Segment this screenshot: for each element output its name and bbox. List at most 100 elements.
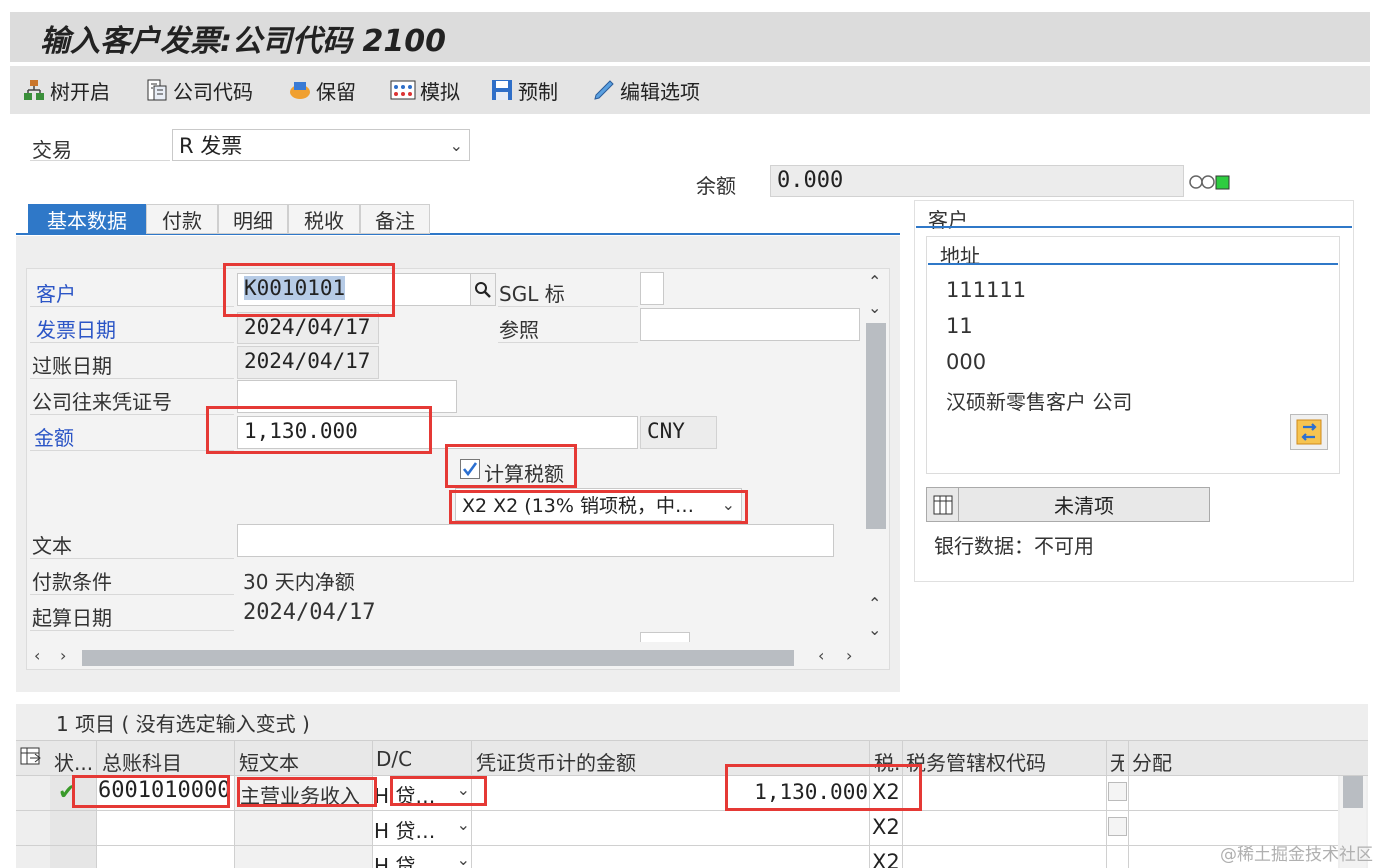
swap-icon: [1296, 419, 1322, 445]
divider: [30, 378, 234, 379]
scroll-left-icon[interactable]: ‹: [818, 646, 824, 665]
simulate-button[interactable]: 模拟: [390, 76, 460, 104]
company-code-button[interactable]: 公司代码: [145, 76, 253, 104]
open-items-button[interactable]: 未清项: [926, 487, 1210, 522]
tab-basic-data[interactable]: 基本数据: [28, 204, 146, 234]
address-line: 000: [946, 350, 987, 374]
scroll-thumb[interactable]: [866, 323, 886, 529]
col-header-gl-account[interactable]: 总账科目: [102, 747, 182, 776]
status-ok-icon: ✔: [58, 780, 77, 805]
col-header-jurisdiction[interactable]: 税务管辖权代码: [906, 747, 1046, 776]
balance-field: 0.000: [770, 165, 1184, 197]
col-divider: [372, 740, 373, 868]
col-divider: [869, 740, 870, 868]
tree-toggle-button[interactable]: 树开启: [22, 76, 110, 104]
col-header-dc[interactable]: D/C: [376, 747, 412, 771]
tax-code-select[interactable]: X2 X2 (13% 销项税，中… ⌄: [455, 488, 742, 521]
amount-field[interactable]: 1,130.000: [237, 416, 638, 449]
transaction-label: 交易: [32, 138, 72, 162]
tax-cell[interactable]: X2: [872, 815, 900, 839]
park-button[interactable]: 预制: [490, 76, 558, 104]
hold-button[interactable]: 保留: [288, 76, 356, 104]
hidden-field[interactable]: [640, 632, 690, 642]
tax-cell[interactable]: X2: [872, 780, 900, 804]
horizontal-scroll-thumb[interactable]: [82, 650, 794, 666]
items-header: 1 项目 ( 没有选定输入变式 ): [56, 712, 310, 736]
tab-details[interactable]: 明细: [218, 204, 288, 234]
sgl-label: SGL 标: [499, 282, 565, 306]
text-field[interactable]: [237, 524, 834, 557]
row-checkbox[interactable]: [1108, 782, 1127, 801]
change-address-button[interactable]: [1290, 414, 1328, 450]
scroll-up-icon[interactable]: ⌃: [868, 594, 881, 613]
address-line: 111111: [946, 278, 1027, 302]
baseline-date-label: 起算日期: [32, 606, 112, 630]
table-scroll-thumb[interactable]: [1343, 776, 1363, 808]
divider: [928, 263, 1338, 265]
scroll-right-icon[interactable]: ›: [60, 646, 66, 665]
row-checkbox[interactable]: [1108, 817, 1127, 836]
reference-field[interactable]: [640, 308, 860, 341]
divider: [30, 630, 234, 631]
scroll-left-icon[interactable]: ‹: [34, 646, 40, 665]
col-header-no[interactable]: 无: [1110, 747, 1124, 776]
tree-label: 树开启: [50, 79, 110, 104]
amount-label: 金额: [34, 426, 74, 450]
bank-data-text: 银行数据：不可用: [934, 534, 1094, 558]
simulate-icon: [390, 78, 416, 102]
divider: [30, 450, 234, 451]
table-settings-icon[interactable]: [20, 746, 42, 768]
transaction-select[interactable]: R 发票 ⌄: [172, 129, 470, 161]
col-header-amount[interactable]: 凭证货币计的金额: [476, 747, 636, 776]
dc-select[interactable]: H 贷… ⌄: [374, 815, 470, 844]
col-header-tax[interactable]: 税.: [874, 747, 900, 776]
scroll-down-icon[interactable]: ⌄: [868, 298, 881, 317]
customer-value: K0010101: [244, 276, 346, 300]
intercompany-field[interactable]: [237, 380, 457, 413]
park-label: 预制: [518, 79, 558, 104]
posting-date-label: 过账日期: [32, 354, 112, 378]
posting-date-field[interactable]: 2024/04/17: [237, 346, 379, 379]
currency-field[interactable]: CNY: [640, 416, 717, 449]
tab-payment[interactable]: 付款: [146, 204, 218, 234]
tab-tax[interactable]: 税收: [288, 204, 360, 234]
tab-label: 备注: [375, 208, 415, 233]
baseline-date-value: 2024/04/17: [243, 600, 376, 625]
short-text-cell[interactable]: 主营业务收入: [240, 780, 370, 809]
tab-notes[interactable]: 备注: [360, 204, 430, 234]
dc-select[interactable]: H 贷 ⌄: [374, 850, 470, 868]
scroll-up-icon[interactable]: ⌃: [868, 272, 881, 291]
col-header-short-text[interactable]: 短文本: [239, 747, 299, 776]
address-line: 汉硕新零售客户 公司: [946, 390, 1133, 414]
calc-tax-checkbox[interactable]: [460, 459, 480, 479]
col-header-assignment[interactable]: 分配: [1132, 747, 1172, 776]
divider: [30, 558, 234, 559]
sgl-field[interactable]: [640, 272, 664, 305]
hold-icon: [288, 78, 312, 102]
search-icon: [475, 281, 491, 298]
search-help-button[interactable]: [470, 273, 496, 306]
pencil-icon: [592, 78, 616, 102]
edit-options-button[interactable]: 编辑选项: [592, 76, 700, 104]
customer-label: 客户: [36, 282, 76, 306]
invoice-date-field[interactable]: 2024/04/17: [237, 312, 379, 344]
watermark: @稀土掘金技术社区: [1220, 845, 1373, 865]
customer-field[interactable]: K0010101: [237, 273, 471, 306]
col-divider: [96, 740, 97, 868]
checkmark-icon: [462, 462, 478, 477]
scroll-right-icon[interactable]: ›: [846, 646, 852, 665]
save-icon: [490, 78, 514, 102]
scroll-down-icon[interactable]: ⌄: [868, 620, 881, 639]
gl-account-cell[interactable]: 6001010000: [98, 778, 230, 803]
company-code-icon: [145, 78, 169, 102]
divider: [498, 306, 638, 307]
col-divider: [471, 740, 472, 868]
dc-select[interactable]: H 贷… ⌄: [374, 780, 470, 809]
amount-cell[interactable]: 1,130.000: [700, 780, 868, 804]
transaction-value: R 发票: [179, 134, 243, 158]
address-box: [926, 236, 1340, 474]
tax-cell[interactable]: X2: [872, 850, 900, 868]
row-divider: [16, 845, 1338, 846]
col-header-status[interactable]: 状...: [54, 747, 93, 776]
table-icon: [927, 488, 959, 521]
